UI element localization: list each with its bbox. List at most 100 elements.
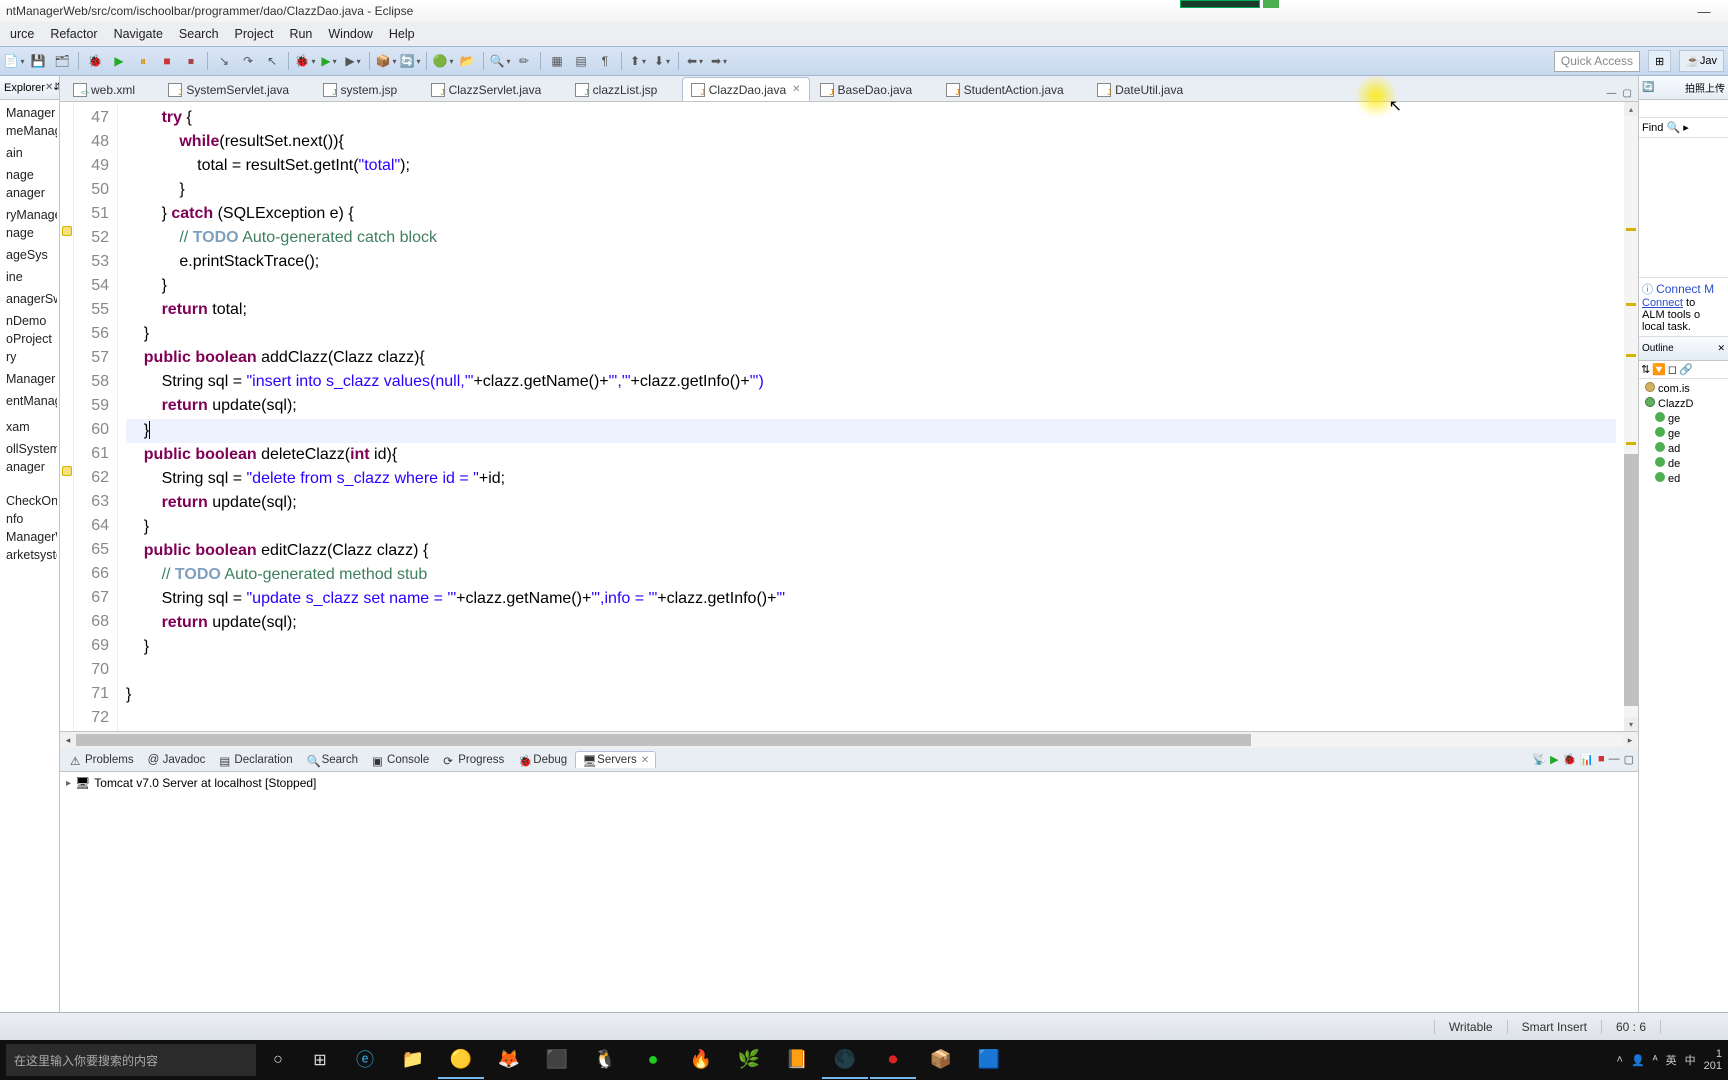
annotation-next-button[interactable]: ⬇ <box>652 51 672 71</box>
minimize-button[interactable]: — <box>1686 2 1722 20</box>
overview-ruler[interactable]: ▴ ▾ <box>1624 102 1638 731</box>
step-over-button[interactable]: ↷ <box>238 51 258 71</box>
tab-clazzservlet-java[interactable]: ClazzServlet.java✕ <box>422 77 565 101</box>
tab-systemservlet-java[interactable]: SystemServlet.java✕ <box>159 77 312 101</box>
tray-time[interactable]: 1 <box>1704 1048 1722 1060</box>
outline-node[interactable]: ClazzD <box>1641 396 1726 411</box>
bottom-tab-search[interactable]: 🔍Search <box>301 752 364 768</box>
project-node[interactable]: ollSystem <box>2 440 57 458</box>
forward-button[interactable]: ➡ <box>709 51 729 71</box>
outline-filter-icon[interactable]: 🔽 <box>1652 363 1666 376</box>
horizontal-scrollbar[interactable]: ◂ ▸ <box>60 732 1638 748</box>
debug-button[interactable]: 🐞 <box>85 51 105 71</box>
project-node[interactable]: CheckOn <box>2 492 57 510</box>
scroll-thumb[interactable] <box>1624 454 1638 706</box>
new-button[interactable]: 📄 <box>4 51 24 71</box>
bottom-tab-debug[interactable]: 🐞Debug <box>512 752 573 768</box>
edge-app-icon[interactable]: ⓔ <box>342 1041 388 1079</box>
project-node[interactable]: arketsystem <box>2 546 57 564</box>
toggle-whitespace-button[interactable]: ¶ <box>595 51 615 71</box>
warning-marker[interactable] <box>62 226 72 236</box>
project-node[interactable]: Manager <box>2 104 57 122</box>
search-button[interactable]: 🔍 <box>490 51 510 71</box>
tab-basedao-java[interactable]: BaseDao.java✕ <box>811 77 936 101</box>
tab-clazzlist-jsp[interactable]: clazzList.jsp✕ <box>566 77 681 101</box>
outline-node[interactable]: ed <box>1641 471 1726 486</box>
toggle-block-button[interactable]: ▤ <box>571 51 591 71</box>
wechat-app-icon[interactable]: ● <box>630 1041 676 1079</box>
project-node[interactable]: ry <box>2 348 57 366</box>
bottom-tab-progress[interactable]: ⟳Progress <box>437 752 510 768</box>
menu-project[interactable]: Project <box>227 24 282 44</box>
tab-dateutil-java[interactable]: DateUtil.java✕ <box>1088 77 1206 101</box>
explorer-close-icon[interactable]: ✕ <box>45 82 53 93</box>
outline-node[interactable]: ge <box>1641 426 1726 441</box>
outline-sort-icon[interactable]: ⇅ <box>1641 363 1650 376</box>
tab-system-jsp[interactable]: system.jsp✕ <box>314 77 421 101</box>
toggle-mark-button[interactable]: ✏ <box>514 51 534 71</box>
editor-minimize-icon[interactable]: — <box>1605 86 1619 101</box>
run-menu-button[interactable]: ▶ <box>319 51 339 71</box>
outline-node[interactable]: ge <box>1641 411 1726 426</box>
new-class-button[interactable]: 🟢 <box>433 51 453 71</box>
tray-people-icon[interactable]: 👤 <box>1631 1054 1645 1067</box>
menu-refactor[interactable]: Refactor <box>42 24 105 44</box>
open-type-button[interactable]: 📂 <box>457 51 477 71</box>
scroll-down-button[interactable]: ▾ <box>1624 717 1638 731</box>
run-external-button[interactable]: ▶ <box>343 51 363 71</box>
hscroll-thumb[interactable] <box>76 734 1251 746</box>
servers-stop-icon[interactable]: ■ <box>1598 753 1605 766</box>
recorder-app-icon[interactable]: ⏺ <box>870 1041 916 1079</box>
tab-clazzdao-java[interactable]: ClazzDao.java✕ <box>682 77 810 101</box>
new-package-button[interactable]: 📦 <box>376 51 396 71</box>
bottom-maximize-icon[interactable]: ▢ <box>1624 753 1634 766</box>
hscroll-left-button[interactable]: ◂ <box>60 732 76 748</box>
vscode-app-icon[interactable]: ⬛ <box>534 1041 580 1079</box>
task-icon[interactable]: 🔄 <box>1642 82 1654 93</box>
find-search-icon[interactable]: 🔍 <box>1666 122 1680 134</box>
explorer-app-icon[interactable]: 📁 <box>390 1041 436 1079</box>
menu-navigate[interactable]: Navigate <box>106 24 171 44</box>
bottom-tab-console[interactable]: ▣Console <box>366 752 435 768</box>
tray-ime-en[interactable]: 英 <box>1666 1052 1677 1068</box>
servers-content[interactable]: ▸ 🖥 Tomcat v7.0 Server at localhost [Sto… <box>60 772 1638 1012</box>
system-tray[interactable]: ˄ 👤 ᴬ 英 中 1 201 <box>1617 1048 1722 1072</box>
app-icon[interactable]: 🔥 <box>678 1041 724 1079</box>
step-return-button[interactable]: ↖ <box>262 51 282 71</box>
outline-node[interactable]: com.is <box>1641 381 1726 396</box>
annotation-prev-button[interactable]: ⬆ <box>628 51 648 71</box>
menu-run[interactable]: Run <box>281 24 320 44</box>
taskbar-search-input[interactable]: 在这里输入你要搜索的内容 <box>6 1044 256 1076</box>
project-node[interactable]: nDemo <box>2 312 57 330</box>
menu-window[interactable]: Window <box>320 24 380 44</box>
project-node[interactable]: meManager <box>2 122 57 140</box>
code-content[interactable]: try { while(resultSet.next()){ total = r… <box>118 102 1624 731</box>
chrome-app-icon[interactable]: 🟡 <box>438 1041 484 1079</box>
save-all-button[interactable]: 🗂 <box>52 51 72 71</box>
project-node[interactable]: xam <box>2 418 57 436</box>
eclipse-app-icon[interactable]: 🌑 <box>822 1041 868 1079</box>
disconnect-button[interactable]: ⏹ <box>181 51 201 71</box>
task-view-icon[interactable]: ⊞ <box>300 1040 340 1080</box>
outline-node[interactable]: ad <box>1641 441 1726 456</box>
project-node[interactable]: ain <box>2 144 57 162</box>
qq-app-icon[interactable]: 🐧 <box>582 1041 628 1079</box>
project-node[interactable]: anager <box>2 184 57 202</box>
code-editor[interactable]: 4748495051525354555657585960616263646566… <box>60 102 1638 731</box>
servers-start-icon[interactable]: ▶ <box>1550 753 1558 766</box>
project-node[interactable]: nfo <box>2 510 57 528</box>
scroll-up-button[interactable]: ▴ <box>1624 102 1638 116</box>
servers-publish-icon[interactable]: 📡 <box>1532 753 1546 766</box>
app-icon[interactable]: 📙 <box>774 1041 820 1079</box>
bottom-tab-declaration[interactable]: ▤Declaration <box>213 752 298 768</box>
tray-ime-cn[interactable]: 中 <box>1685 1052 1696 1068</box>
connect-link[interactable]: Connect <box>1642 297 1683 309</box>
open-perspective-button[interactable]: ⊞ <box>1648 50 1671 72</box>
collapse-all-icon[interactable]: ⇵ <box>53 82 60 93</box>
servers-debug-icon[interactable]: 🐞 <box>1563 753 1577 766</box>
tray-ime-a[interactable]: ᴬ <box>1653 1054 1658 1066</box>
project-node[interactable]: ryManager <box>2 206 57 224</box>
hscroll-right-button[interactable]: ▸ <box>1622 732 1638 748</box>
back-button[interactable]: ⬅ <box>685 51 705 71</box>
project-node[interactable]: ageSys <box>2 246 57 264</box>
